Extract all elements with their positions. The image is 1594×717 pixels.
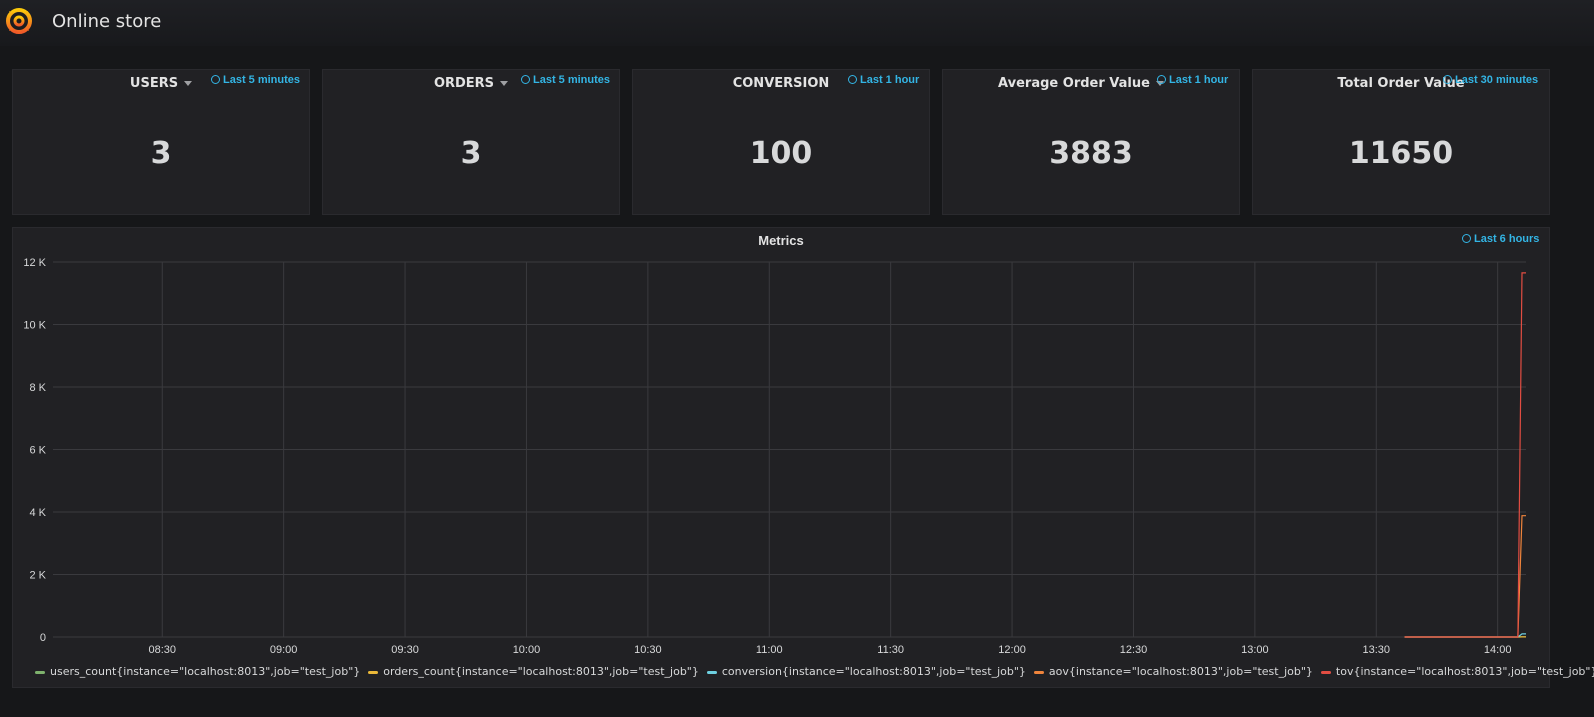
legend-swatch (1033, 670, 1044, 674)
clock-icon (1443, 75, 1452, 84)
panel-title-text: USERS (129, 76, 179, 91)
panel-time-info: Last 1 hour (848, 74, 919, 86)
graph-panel-metrics: Metrics Last 6 hours 02 K4 K6 K8 K 10 K 12… (12, 227, 1594, 688)
panel-time-info: Last 5 minutes (521, 74, 610, 86)
clock-icon (1157, 75, 1166, 84)
legend-item[interactable]: orders_count{instance="localhost:8013",j… (368, 665, 699, 678)
legend-label: aov{instance="localhost:8013",job="test_… (1048, 665, 1313, 678)
x-tick-label: 12:30 (1120, 644, 1148, 656)
x-tick-label: 08:30 (148, 644, 176, 656)
legend-swatch (368, 670, 379, 674)
legend-item[interactable]: users_count{instance="localhost:8013",jo… (35, 665, 360, 678)
clock-icon (848, 75, 857, 84)
stat-panel-orders: ORDERS Last 5 minutes 3 (322, 69, 620, 215)
stat-panel-average-order-value: Average Order Value Last 1 hour 3883 (942, 69, 1240, 215)
panel-title-text: Average Order Value (998, 76, 1150, 91)
stat-panel-conversion: CONVERSION Last 1 hour 100 (632, 69, 930, 215)
stat-value: 3883 (1049, 136, 1133, 171)
series-line-aov (1404, 515, 1526, 638)
legend-label: tov{instance="localhost:8013",job="test_… (1335, 665, 1594, 678)
grafana-logo-icon[interactable] (4, 6, 34, 36)
panel-time-text: Last 30 minutes (1455, 74, 1539, 86)
panel-title-text: CONVERSION (732, 76, 830, 91)
y-tick-label: 0 (40, 632, 46, 644)
metrics-chart[interactable]: 0 2 K 4 K 6 K 8 K 10 K 12 K 08:30 09:00 09:30 10:0… (13, 228, 1549, 656)
clock-icon (521, 75, 530, 84)
stat-panel-total-order-value: Total Order Value Last 30 minutes 11650 (1252, 69, 1550, 215)
legend-item[interactable]: aov{instance="localhost:8013",job="test_… (1033, 665, 1313, 678)
panel-time-text: Last 1 hour (860, 74, 920, 86)
panel-time-info: Last 5 minutes (211, 74, 300, 86)
x-tick-label: 10:30 (634, 644, 662, 656)
y-tick-label: 2 K (29, 570, 46, 582)
chart-legend: users_count{instance="localhost:8013",jo… (35, 665, 1594, 678)
legend-label: orders_count{instance="localhost:8013",j… (383, 665, 699, 678)
stat-value: 100 (749, 136, 813, 171)
chevron-down-icon[interactable] (500, 81, 509, 86)
x-tick-label: 09:30 (391, 644, 419, 656)
x-tick-label: 11:00 (756, 644, 783, 656)
x-tick-label: 09:00 (270, 644, 298, 656)
dashboard-navbar: Online store (0, 0, 1594, 46)
series-line-tov (1404, 272, 1526, 638)
x-tick-label: 11:30 (877, 644, 904, 656)
stat-value: 3 (150, 136, 172, 171)
dashboard-title[interactable]: Online store (52, 11, 161, 32)
x-tick-label: 12:00 (998, 644, 1026, 656)
chevron-down-icon[interactable] (184, 81, 193, 86)
x-tick-label: 13:00 (1241, 644, 1269, 656)
y-tick-label: 8 K (29, 382, 46, 394)
y-tick-label: 4 K (29, 507, 46, 519)
stat-panel-users: USERS Last 5 minutes 3 (12, 69, 310, 215)
panel-time-info: Last 30 minutes (1443, 74, 1538, 86)
clock-icon (211, 75, 220, 84)
stat-value: 3 (460, 136, 482, 171)
x-tick-label: 10:00 (513, 644, 541, 656)
legend-label: conversion{instance="localhost:8013",job… (721, 665, 1026, 678)
y-tick-label: 6 K (29, 445, 46, 457)
x-tick-label: 14:00 (1484, 644, 1512, 656)
y-tick-label: 10 K (23, 320, 46, 332)
panel-time-text: Last 5 minutes (533, 74, 611, 86)
panel-time-text: Last 1 hour (1169, 74, 1229, 86)
legend-label: users_count{instance="localhost:8013",jo… (50, 665, 361, 678)
legend-item[interactable]: conversion{instance="localhost:8013",job… (706, 665, 1026, 678)
panel-time-info: Last 1 hour (1157, 74, 1228, 86)
legend-swatch (706, 670, 717, 674)
stat-value: 11650 (1348, 136, 1454, 171)
panel-time-text: Last 5 minutes (223, 74, 301, 86)
panel-title-text: ORDERS (433, 76, 495, 91)
y-tick-label: 12 K (23, 257, 46, 269)
legend-swatch (35, 670, 45, 674)
legend-swatch (1320, 670, 1331, 674)
x-tick-label: 13:30 (1363, 644, 1391, 656)
legend-item[interactable]: tov{instance="localhost:8013",job="test_… (1320, 665, 1594, 678)
